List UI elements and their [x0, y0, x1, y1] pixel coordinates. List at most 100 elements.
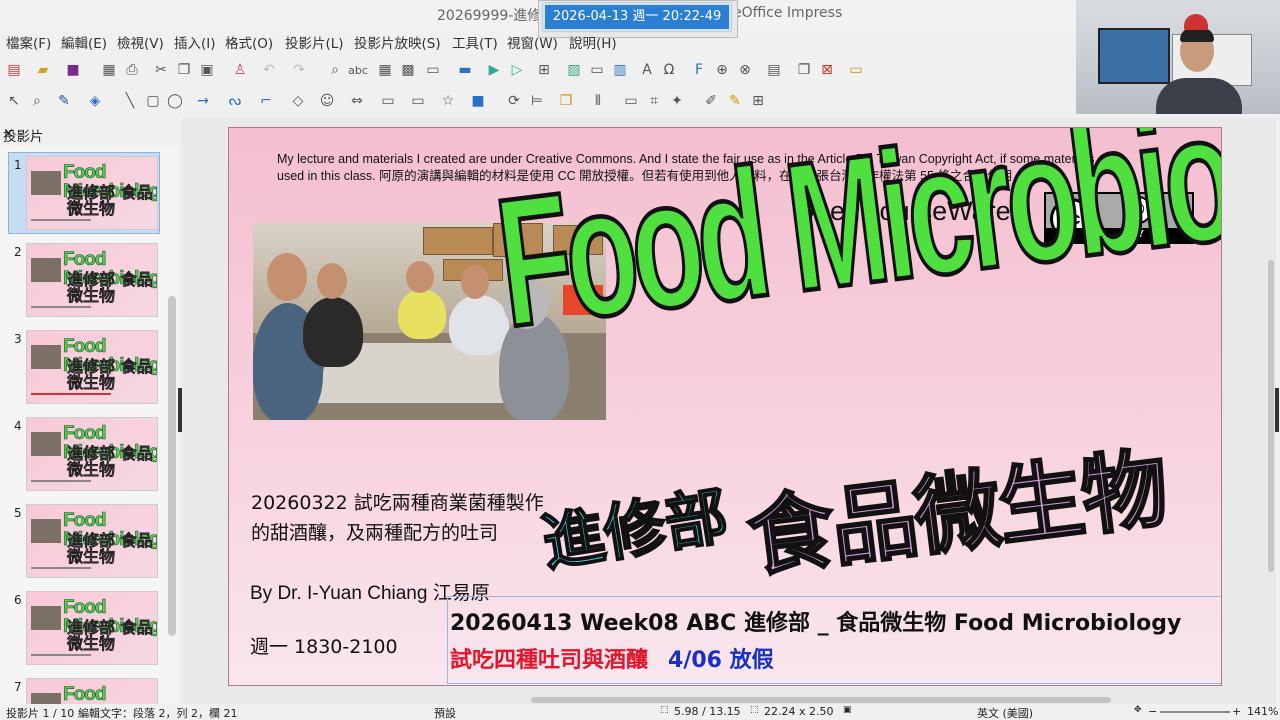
clock-display: 2026-04-13 週一 20:22-49 [543, 3, 731, 31]
chart-icon[interactable]: ▥ [611, 61, 629, 79]
slide-layout-icon[interactable]: ▭ [847, 61, 865, 79]
menu-edit[interactable]: 編輯(E) [61, 32, 107, 52]
active-textbox[interactable]: 20260413 Week08 ABC 進修部 _ 食品微生物 Food Mic… [447, 596, 1221, 684]
open-folder-icon[interactable]: ▰ [34, 61, 52, 79]
line-color-icon[interactable]: ✎ [55, 92, 73, 110]
menu-slide[interactable]: 投影片(L) [285, 32, 344, 52]
3d-object-icon[interactable]: ■ [469, 92, 487, 110]
paste-icon[interactable]: ▣ [198, 61, 216, 79]
align-icon[interactable]: ⊨ [528, 92, 546, 110]
menu-file[interactable]: 檔案(F) [6, 32, 51, 52]
copy-icon[interactable]: ❐ [175, 61, 193, 79]
menu-window[interactable]: 視窗(W) [507, 32, 558, 52]
slide-thumbnail-2[interactable]: Food Microbiology進修部 食品微生物 [26, 243, 158, 317]
table-icon[interactable]: ⊞ [535, 61, 553, 79]
status-layout[interactable]: 預設 [434, 705, 456, 720]
arrange-icon[interactable]: ❐ [557, 92, 575, 110]
start-current-slide-icon[interactable]: ▷ [508, 61, 526, 79]
menu-insert[interactable]: 插入(I) [174, 32, 216, 52]
panel-collapse-handle-right[interactable] [1275, 388, 1279, 432]
slide-thumbnail-5[interactable]: Food Microbiology進修部 食品微生物 [26, 504, 158, 578]
horizontal-scrollbar[interactable] [531, 697, 1111, 703]
menu-format[interactable]: 格式(O) [225, 32, 273, 52]
vertical-scrollbar[interactable] [1268, 260, 1274, 572]
fontwork-icon[interactable]: F [690, 61, 708, 79]
arrow-line-icon[interactable]: → [194, 92, 212, 110]
basic-shapes-icon[interactable]: ◇ [289, 92, 307, 110]
new-icon[interactable]: ▤ [5, 61, 23, 79]
rectangle-icon[interactable]: ▢ [144, 92, 162, 110]
textbox-icon[interactable]: A [638, 61, 656, 79]
zoom-icon[interactable]: ⌕ [28, 92, 46, 110]
delete-slide-icon[interactable]: ⊠ [818, 61, 836, 79]
webcam-person-body [1156, 78, 1242, 114]
helplines-icon[interactable]: ▩ [399, 61, 417, 79]
shadow-icon[interactable]: ▭ [622, 92, 640, 110]
status-edit-position: 編輯文字：段落 2，列 2，欄 21 [78, 707, 238, 720]
start-first-slide-icon[interactable]: ▶ [485, 61, 503, 79]
slide-thumbnail-7[interactable]: Food Microbiology [26, 678, 158, 704]
image-icon[interactable]: ▨ [565, 61, 583, 79]
grid-icon[interactable]: ▦ [376, 61, 394, 79]
duplicate-slide-icon[interactable]: ❐ [795, 61, 813, 79]
select-arrow-icon[interactable]: ↖ [5, 92, 23, 110]
block-arrows-icon[interactable]: ⇔ [348, 92, 366, 110]
class-time-text[interactable]: 週一 1830-2100 [250, 632, 398, 659]
draw-function-icon[interactable]: ⊗ [736, 61, 754, 79]
undo-icon[interactable]: ↶ [260, 61, 278, 79]
menu-slideshow[interactable]: 投影片放映(S) [354, 32, 441, 52]
toggle-extrusion-icon[interactable]: ⊞ [749, 92, 767, 110]
save-icon[interactable]: ■ [64, 61, 82, 79]
slide-canvas[interactable]: My lecture and materials I created are u… [228, 127, 1222, 686]
special-character-icon[interactable]: Ω [660, 61, 678, 79]
menu-view[interactable]: 檢視(V) [117, 32, 164, 52]
status-language[interactable]: 英文 (美國) [977, 705, 1033, 720]
menu-help[interactable]: 說明(H) [569, 32, 617, 52]
cut-icon[interactable]: ✂ [152, 61, 170, 79]
zoom-level[interactable]: 141% [1247, 705, 1278, 718]
close-icon[interactable]: × [3, 125, 14, 141]
curve-icon[interactable]: ᔓ [226, 92, 244, 110]
big-title-food-microbiology-zh[interactable]: 食品微生物 [741, 438, 1173, 591]
rotate-icon[interactable]: ⟳ [505, 92, 523, 110]
find-replace-icon[interactable]: ⌕ [326, 61, 344, 79]
webcam-background-screen [1098, 28, 1170, 84]
zoom-out-button[interactable]: − [1148, 705, 1157, 718]
crop-icon[interactable]: ⌗ [645, 92, 663, 110]
clone-format-icon[interactable]: ♙ [231, 61, 249, 79]
fit-slide-icon[interactable]: ✥ [1134, 705, 1142, 715]
symbol-shapes-icon[interactable]: ☺ [318, 92, 336, 110]
zoom-in-button[interactable]: + [1232, 705, 1241, 718]
slide-thumbnail-3[interactable]: Food Microbiology進修部 食品微生物 [26, 330, 158, 404]
export-pdf-icon[interactable]: ▦ [100, 61, 118, 79]
zoom-slider[interactable] [1160, 711, 1230, 713]
master-slide-icon[interactable]: ▬ [456, 61, 474, 79]
callout-icon[interactable]: ▭ [409, 92, 427, 110]
slides-panel-scrollbar[interactable] [168, 296, 176, 636]
redo-icon[interactable]: ↷ [290, 61, 308, 79]
display-views-icon[interactable]: ▭ [424, 61, 442, 79]
ellipse-icon[interactable]: ◯ [166, 92, 184, 110]
slide-thumbnail-6[interactable]: Food Microbiology進修部 食品微生物 [26, 591, 158, 665]
slides-panel: 1 Food Microbiology進修部 食品微生物 2 Food Micr… [0, 146, 178, 704]
media-icon[interactable]: ▭ [588, 61, 606, 79]
menu-tools[interactable]: 工具(T) [452, 32, 498, 52]
connector-icon[interactable]: ⌐ [257, 92, 275, 110]
filter-icon[interactable]: ✦ [668, 92, 686, 110]
points-icon[interactable]: ✐ [702, 92, 720, 110]
comment-icon[interactable]: ▤ [765, 61, 783, 79]
slide-thumbnail-4[interactable]: Food Microbiology進修部 食品微生物 [26, 417, 158, 491]
slide-thumbnail-1[interactable]: Food Microbiology進修部 食品微生物 [26, 156, 158, 230]
star-icon[interactable]: ☆ [439, 92, 457, 110]
flowchart-icon[interactable]: ▭ [379, 92, 397, 110]
glue-points-icon[interactable]: ✎ [726, 92, 744, 110]
spelling-icon[interactable]: abc [348, 61, 368, 79]
line-icon[interactable]: ╲ [121, 92, 139, 110]
standard-toolbar: ▤ ▰ ■ ▦ ⎙ ✂ ❐ ▣ ♙ ↶ ↷ ⌕ abc ▦ ▩ ▭ ▬ ▶ ▷ … [0, 55, 1080, 85]
save-status-icon[interactable]: ▣ [843, 705, 852, 715]
big-title-food-microbiology[interactable]: Food Microbiology [486, 128, 1221, 369]
hyperlink-icon[interactable]: ⊕ [713, 61, 731, 79]
fill-color-icon[interactable]: ◈ [86, 92, 104, 110]
distribute-icon[interactable]: ⫴ [589, 92, 607, 110]
print-icon[interactable]: ⎙ [123, 61, 141, 79]
